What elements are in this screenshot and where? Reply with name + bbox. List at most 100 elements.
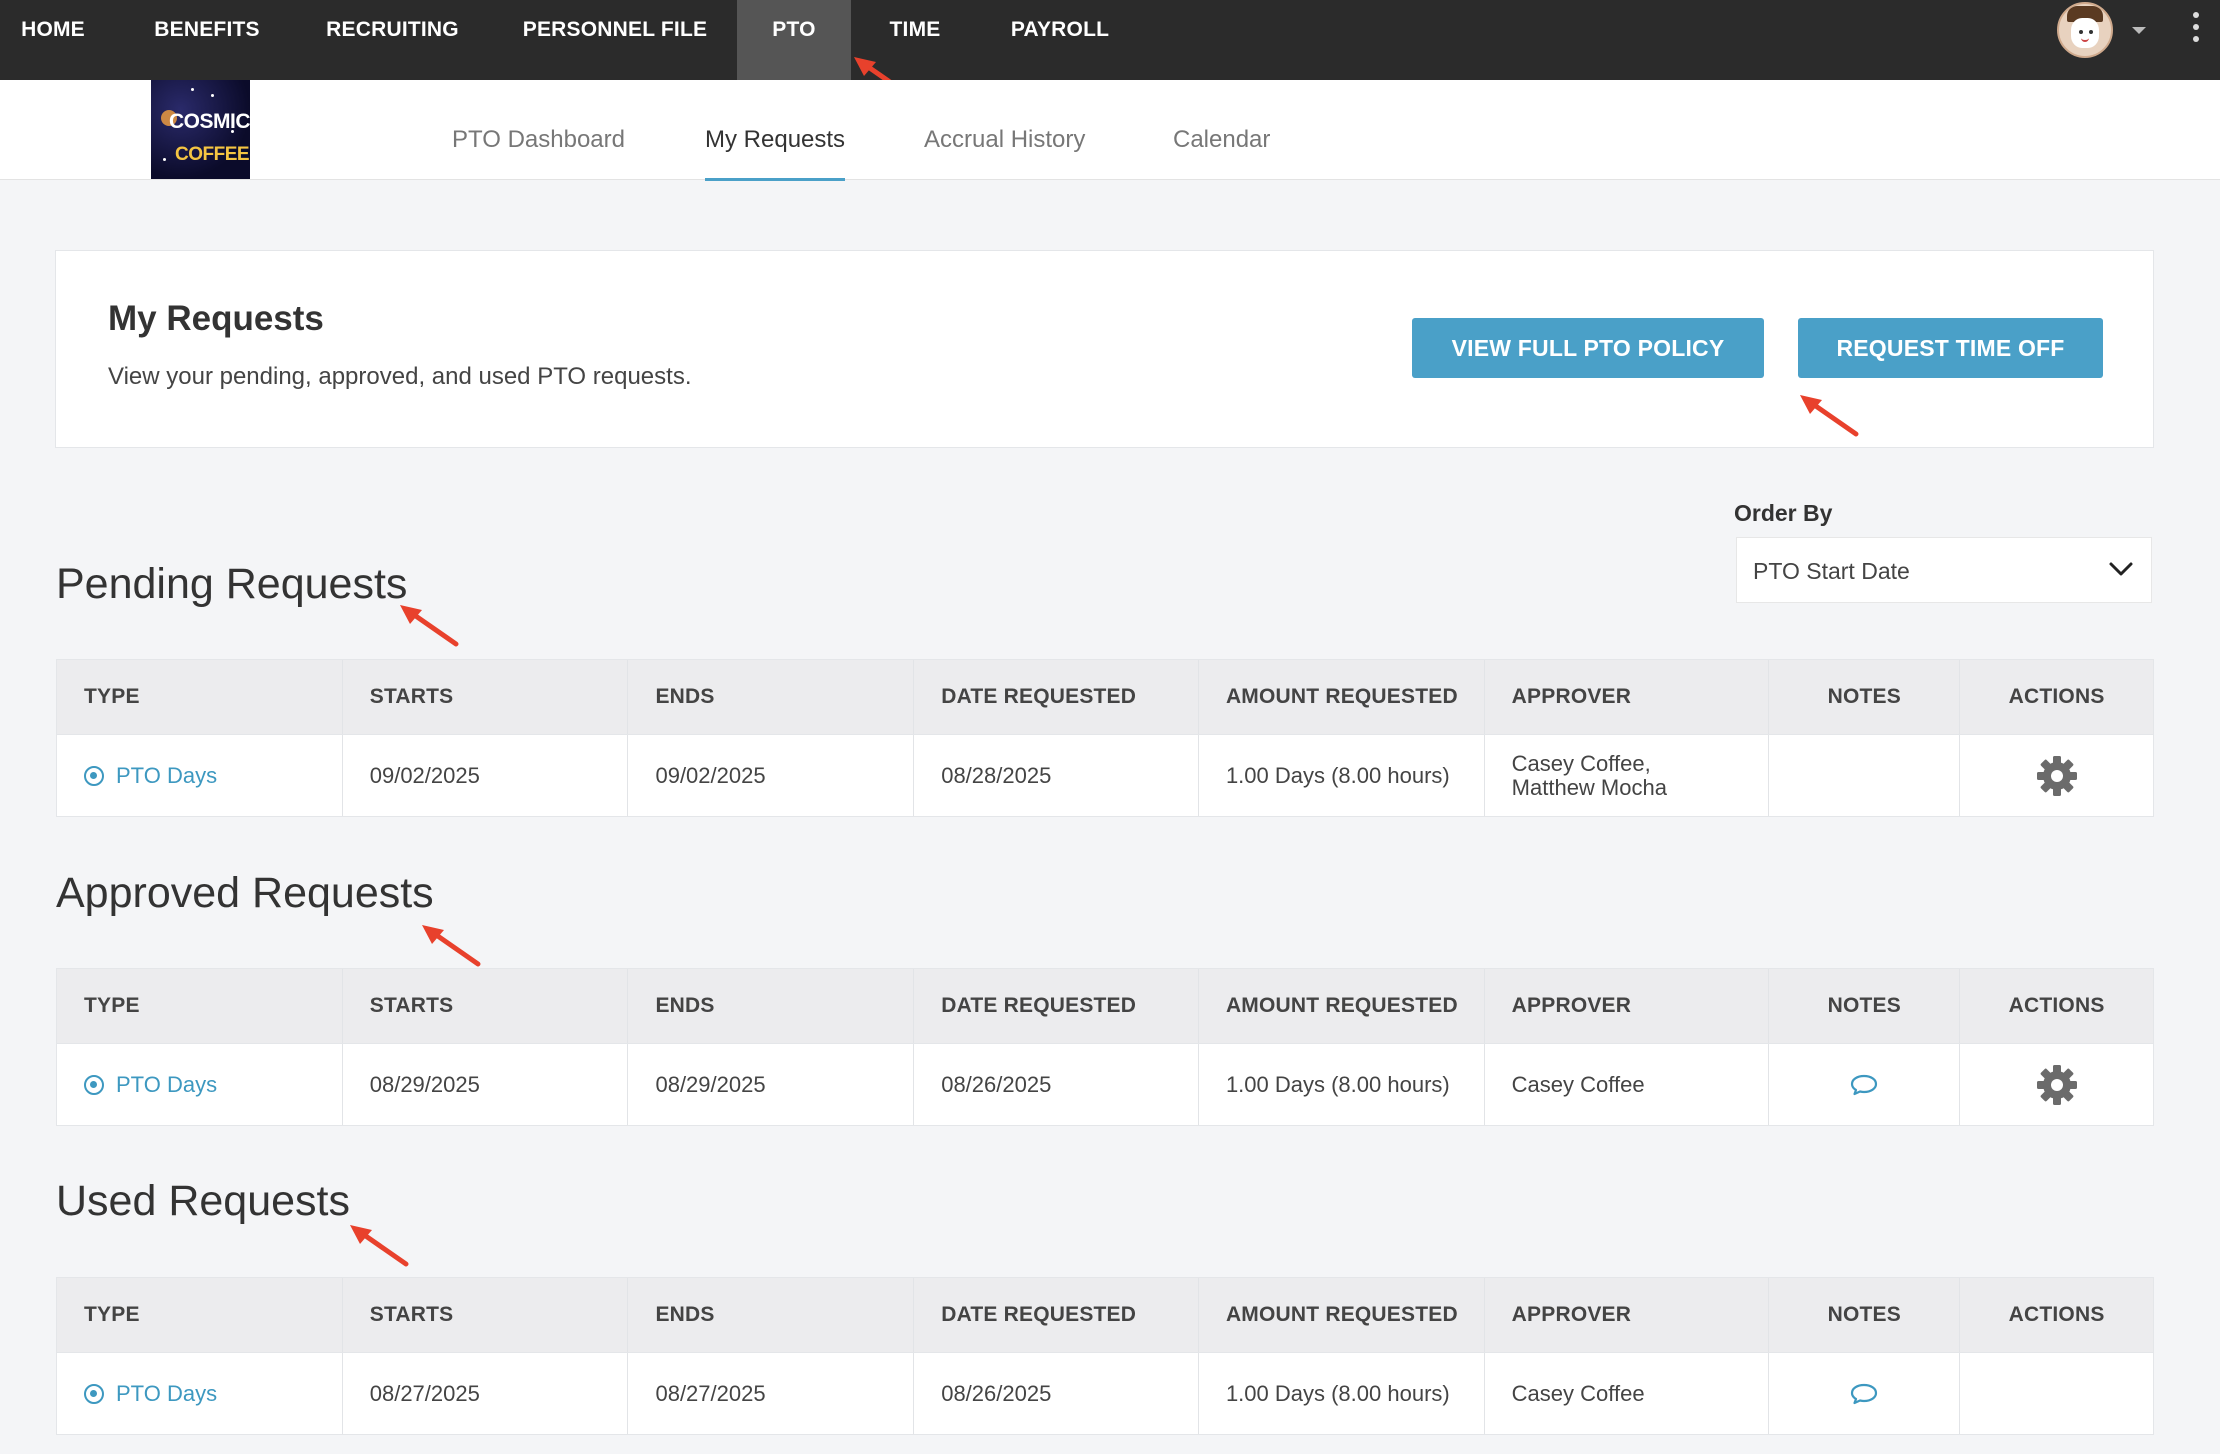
table-header-row: TYPE STARTS ENDS DATE REQUESTED AMOUNT R…: [57, 969, 2153, 1043]
type-label: PTO Days: [116, 762, 218, 788]
column-header-starts: STARTS: [343, 969, 629, 1043]
notes-cell: [1769, 1044, 1961, 1125]
date-requested: 08/26/2025: [914, 1044, 1199, 1125]
approver: Casey Coffee, Matthew Mocha: [1485, 735, 1770, 816]
end-date: 08/27/2025: [628, 1353, 915, 1434]
column-header-ends: ENDS: [628, 1278, 915, 1352]
type-label: PTO Days: [116, 1071, 218, 1097]
actions-cell: [1960, 1353, 2153, 1434]
caret-down-icon[interactable]: [2132, 27, 2146, 34]
pto-type-link[interactable]: PTO Days: [84, 1381, 217, 1407]
tab-calendar[interactable]: Calendar: [1173, 80, 1270, 180]
approver-line-1: Casey Coffee,: [1511, 750, 1651, 776]
approver: Casey Coffee: [1485, 1353, 1770, 1434]
user-avatar[interactable]: [2057, 2, 2113, 58]
nav-home[interactable]: HOME: [0, 0, 106, 80]
notes-cell: [1769, 1353, 1961, 1434]
nav-personnel-file[interactable]: PERSONNEL FILE: [510, 0, 720, 80]
annotation-arrow-icon: [350, 1225, 409, 1267]
column-header-type: TYPE: [57, 660, 343, 734]
radio-target-icon: [84, 1074, 104, 1095]
actions-cell: [1960, 735, 2153, 816]
column-header-ends: ENDS: [628, 660, 915, 734]
pto-type-link[interactable]: PTO Days: [84, 1072, 217, 1098]
start-date: 09/02/2025: [343, 735, 629, 816]
column-header-type: TYPE: [57, 969, 343, 1043]
column-header-ends: ENDS: [628, 969, 915, 1043]
nav-benefits[interactable]: BENEFITS: [140, 0, 274, 80]
column-header-amount-requested: AMOUNT REQUESTED: [1199, 969, 1485, 1043]
nav-recruiting[interactable]: RECRUITING: [310, 0, 475, 80]
amount-requested: 1.00 Days (8.00 hours): [1199, 735, 1485, 816]
company-logo: COSMIC COFFEE: [151, 80, 250, 179]
comment-icon[interactable]: [1850, 1383, 1878, 1405]
chevron-down-icon: [2109, 562, 2133, 576]
used-requests-table: TYPE STARTS ENDS DATE REQUESTED AMOUNT R…: [56, 1277, 2154, 1435]
gear-icon[interactable]: [2036, 755, 2078, 797]
column-header-date-requested: DATE REQUESTED: [914, 969, 1199, 1043]
order-by-label: Order By: [1734, 500, 1833, 526]
table-header-row: TYPE STARTS ENDS DATE REQUESTED AMOUNT R…: [57, 660, 2153, 734]
order-by-value: PTO Start Date: [1753, 558, 1910, 584]
pending-requests-table: TYPE STARTS ENDS DATE REQUESTED AMOUNT R…: [56, 659, 2154, 817]
column-header-actions: ACTIONS: [2008, 994, 2105, 1017]
view-full-pto-policy-button[interactable]: VIEW FULL PTO POLICY: [1412, 318, 1764, 378]
type-label: PTO Days: [116, 1380, 218, 1406]
tab-pto-dashboard[interactable]: PTO Dashboard: [452, 80, 625, 180]
approved-requests-table: TYPE STARTS ENDS DATE REQUESTED AMOUNT R…: [56, 968, 2154, 1126]
page-subtitle: View your pending, approved, and used PT…: [108, 363, 692, 390]
start-date: 08/29/2025: [343, 1044, 629, 1125]
annotation-arrow-icon: [1800, 395, 1859, 437]
pto-type-link[interactable]: PTO Days: [84, 763, 217, 789]
order-by-select[interactable]: PTO Start Date: [1736, 537, 2152, 603]
column-header-actions: ACTIONS: [2008, 685, 2105, 708]
date-requested: 08/28/2025: [914, 735, 1199, 816]
tab-accrual-history[interactable]: Accrual History: [924, 80, 1085, 180]
radio-target-icon: [84, 765, 104, 786]
more-options-icon[interactable]: [2193, 12, 2201, 52]
amount-requested: 1.00 Days (8.00 hours): [1199, 1353, 1485, 1434]
table-row: PTO Days 09/02/2025 09/02/2025 08/28/202…: [57, 734, 2153, 816]
column-header-notes: NOTES: [1769, 969, 1961, 1043]
column-header-notes: NOTES: [1769, 1278, 1961, 1352]
nav-pto[interactable]: PTO: [737, 0, 851, 80]
column-header-starts: STARTS: [343, 1278, 629, 1352]
actions-cell: [1960, 1044, 2153, 1125]
start-date: 08/27/2025: [343, 1353, 629, 1434]
column-header-approver: APPROVER: [1485, 1278, 1770, 1352]
approver-line-2: Matthew Mocha: [1511, 774, 1667, 800]
amount-requested: 1.00 Days (8.00 hours): [1199, 1044, 1485, 1125]
request-time-off-button[interactable]: REQUEST TIME OFF: [1798, 318, 2103, 378]
used-requests-heading: Used Requests: [56, 1177, 350, 1225]
column-header-actions: ACTIONS: [2008, 1303, 2105, 1326]
annotation-arrow-icon: [422, 925, 481, 967]
annotation-arrow-icon: [400, 605, 459, 647]
pending-requests-heading: Pending Requests: [56, 560, 408, 608]
column-header-date-requested: DATE REQUESTED: [914, 660, 1199, 734]
table-row: PTO Days 08/29/2025 08/29/2025 08/26/202…: [57, 1043, 2153, 1125]
column-header-amount-requested: AMOUNT REQUESTED: [1199, 660, 1485, 734]
logo-line-2: COFFEE: [175, 144, 250, 165]
column-header-approver: APPROVER: [1485, 660, 1770, 734]
approver: Casey Coffee: [1485, 1044, 1770, 1125]
end-date: 08/29/2025: [628, 1044, 915, 1125]
top-navigation: HOME BENEFITS RECRUITING PERSONNEL FILE …: [0, 0, 2220, 80]
notes-cell: [1769, 735, 1961, 816]
date-requested: 08/26/2025: [914, 1353, 1199, 1434]
page-title: My Requests: [108, 299, 324, 338]
radio-target-icon: [84, 1383, 104, 1404]
approved-requests-heading: Approved Requests: [56, 869, 434, 917]
column-header-type: TYPE: [57, 1278, 343, 1352]
gear-icon[interactable]: [2036, 1064, 2078, 1106]
comment-icon[interactable]: [1850, 1074, 1878, 1096]
column-header-notes: NOTES: [1769, 660, 1961, 734]
nav-payroll[interactable]: PAYROLL: [995, 0, 1125, 80]
tab-my-requests[interactable]: My Requests: [705, 80, 846, 181]
column-header-starts: STARTS: [343, 660, 629, 734]
table-header-row: TYPE STARTS ENDS DATE REQUESTED AMOUNT R…: [57, 1278, 2153, 1352]
logo-line-1: COSMIC: [169, 110, 250, 133]
end-date: 09/02/2025: [628, 735, 915, 816]
table-row: PTO Days 08/27/2025 08/27/2025 08/26/202…: [57, 1352, 2153, 1434]
column-header-amount-requested: AMOUNT REQUESTED: [1199, 1278, 1485, 1352]
column-header-date-requested: DATE REQUESTED: [914, 1278, 1199, 1352]
